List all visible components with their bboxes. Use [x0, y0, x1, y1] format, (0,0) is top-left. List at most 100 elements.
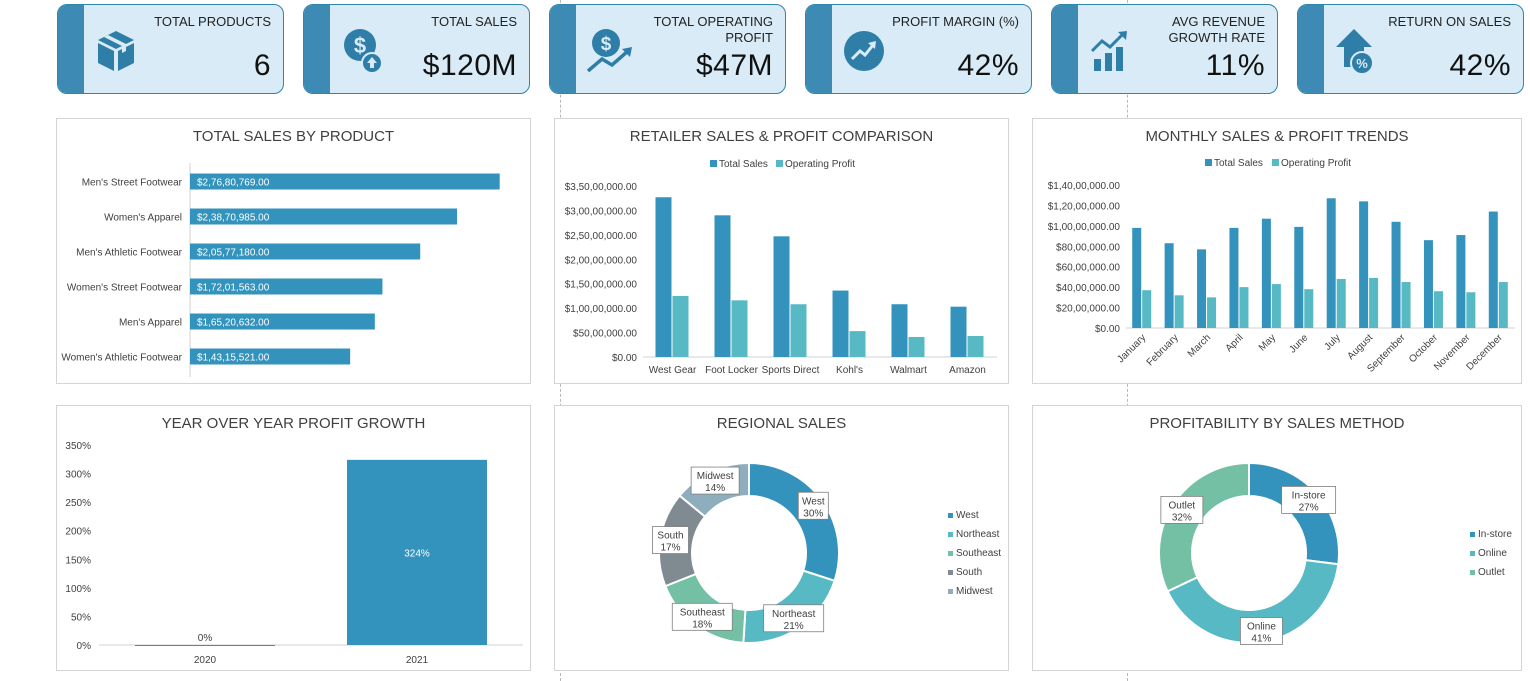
legend-swatch — [948, 551, 953, 556]
legend-label: In-store — [1478, 529, 1512, 540]
kpi-accent-strip — [550, 5, 576, 93]
legend-label: Northeast — [956, 529, 1000, 540]
kpi-title: RETURN ON SALES — [1388, 14, 1511, 29]
slice-label-name: Midwest — [697, 471, 734, 482]
data-label: $2,38,70,985.00 — [197, 213, 270, 224]
panel-yoy-profit-growth: 0% 50% 100% 150% 200% 250% 300% 350% 0% 2020 324% 2… — [56, 405, 531, 671]
kpi-title: TOTAL PRODUCTS — [154, 14, 271, 29]
legend-swatch — [1272, 159, 1279, 166]
legend-label: Midwest — [956, 586, 993, 597]
kpi-title: TOTAL SALES — [431, 14, 517, 29]
y-tick-label: $20,00,000.00 — [1056, 304, 1120, 315]
legend-label: Operating Profit — [785, 159, 855, 170]
x-tick-label: 2021 — [406, 655, 429, 666]
panel-regional-sales: West 30% Northeast 21% Southeast 18% South 17% M… — [554, 405, 1009, 671]
bar-operating-profit — [672, 295, 689, 357]
x-tick-label: Amazon — [949, 365, 986, 376]
bar-total-sales — [1164, 243, 1174, 328]
x-tick-label: Walmart — [890, 365, 927, 376]
slice-label-name: Outlet — [1169, 500, 1196, 511]
kpi-value: $47M — [695, 49, 773, 82]
bar-total-sales — [1456, 235, 1466, 328]
y-tick-label: $1,00,00,000.00 — [1048, 222, 1121, 233]
bar-operating-profit — [1498, 282, 1508, 328]
bar — [135, 645, 275, 646]
y-tick-label: $1,20,00,000.00 — [1048, 201, 1121, 212]
y-tick-label: $3,50,00,000.00 — [565, 182, 638, 193]
legend-swatch — [1205, 159, 1212, 166]
kpi-title: AVG REVENUE GROWTH RATE — [1168, 14, 1265, 45]
y-tick-label: $60,00,000.00 — [1056, 263, 1120, 274]
y-tick-label: 0% — [77, 641, 92, 652]
svg-text:$: $ — [354, 33, 366, 58]
kpi-card-avg-revenue-growth-rate: AVG REVENUE GROWTH RATE 11% — [1051, 4, 1278, 94]
y-tick-label: 350% — [65, 441, 91, 452]
legend-swatch — [948, 513, 953, 518]
y-tick-label: $1,50,00,000.00 — [565, 280, 638, 291]
svg-text:$: $ — [601, 34, 612, 55]
x-tick-label: February — [1145, 332, 1181, 368]
slice-label-value: 27% — [1299, 502, 1319, 513]
x-tick-label: March — [1186, 332, 1213, 359]
slice-label-value: 21% — [784, 621, 804, 632]
slice-label-name: Northeast — [772, 609, 816, 620]
bar-operating-profit — [967, 335, 984, 357]
legend-swatch — [1470, 551, 1475, 556]
kpi-value: 42% — [957, 49, 1019, 82]
panel-total-sales-by-product: Men's Street Footwear $2,76,80,769.00 Wome… — [56, 118, 531, 384]
y-tick-label: $0.00 — [1095, 324, 1120, 335]
bar-operating-profit — [790, 304, 807, 357]
y-tick-label: 100% — [65, 584, 91, 595]
y-tick-label: 300% — [65, 470, 91, 481]
bar-total-sales — [1423, 240, 1433, 328]
bar-operating-profit — [849, 331, 866, 357]
legend-swatch — [1470, 570, 1475, 575]
category-label: Men's Street Footwear — [82, 178, 183, 189]
bar-total-sales — [1261, 218, 1271, 328]
retailer-bar-chart: $0.00 $50,00,000.00 $1,00,00,000.00 $1,50,0… — [565, 159, 997, 376]
legend-label: West — [956, 510, 979, 521]
bar-operating-profit — [1271, 284, 1281, 328]
svg-text:%: % — [1356, 56, 1368, 71]
slice-label-value: 41% — [1251, 634, 1271, 645]
legend-label: Online — [1478, 548, 1507, 559]
bar-total-sales — [950, 306, 967, 357]
y-tick-label: $1,00,00,000.00 — [565, 304, 638, 315]
y-tick-label: $80,00,000.00 — [1056, 242, 1120, 253]
y-tick-label: $50,00,000.00 — [573, 329, 637, 340]
bar-total-sales — [1197, 249, 1207, 328]
legend-swatch — [776, 160, 783, 167]
kpi-accent-strip — [806, 5, 832, 93]
kpi-value: $120M — [422, 49, 517, 82]
x-tick-label: Kohl's — [836, 365, 863, 376]
method-donut-chart: In-store27%Online41%Outlet32%In-storeOnl… — [1158, 461, 1512, 645]
data-label: $2,05,77,180.00 — [197, 248, 270, 259]
bar-total-sales — [655, 197, 672, 357]
y-tick-label: $2,00,00,000.00 — [565, 255, 638, 266]
bar-operating-profit — [1304, 289, 1314, 328]
bar-operating-profit — [1174, 295, 1184, 328]
data-label: 0% — [198, 633, 213, 644]
legend-swatch — [948, 532, 953, 537]
bar-operating-profit — [1336, 278, 1346, 328]
slice-label-name: South — [657, 531, 683, 542]
bar-total-sales — [1391, 221, 1401, 328]
dollar-trend-icon: $ — [586, 27, 632, 75]
x-tick-label: Sports Direct — [762, 365, 820, 376]
kpi-title: PROFIT MARGIN (%) — [892, 14, 1019, 29]
growth-bars-icon — [1088, 27, 1132, 75]
panel-title: PROFITABILITY BY SALES METHOD — [1149, 415, 1405, 432]
x-tick-label: Foot Locker — [705, 365, 758, 376]
panel-monthly-trends: $0.00 $20,00,000.00 $40,00,000.00 $60,00,00… — [1032, 118, 1522, 384]
data-label: $2,76,80,769.00 — [197, 178, 270, 189]
slice-label-value: 32% — [1172, 512, 1192, 523]
slice-label-value: 18% — [692, 619, 712, 630]
y-tick-label: $3,00,00,000.00 — [565, 206, 638, 217]
slice-label-value: 30% — [803, 508, 823, 519]
bar-total-sales — [714, 215, 731, 357]
bar-total-sales — [832, 290, 849, 357]
legend-label: Total Sales — [1214, 158, 1263, 169]
slice — [1158, 461, 1250, 593]
bar-total-sales — [1229, 227, 1239, 328]
x-tick-label: July — [1322, 332, 1342, 352]
